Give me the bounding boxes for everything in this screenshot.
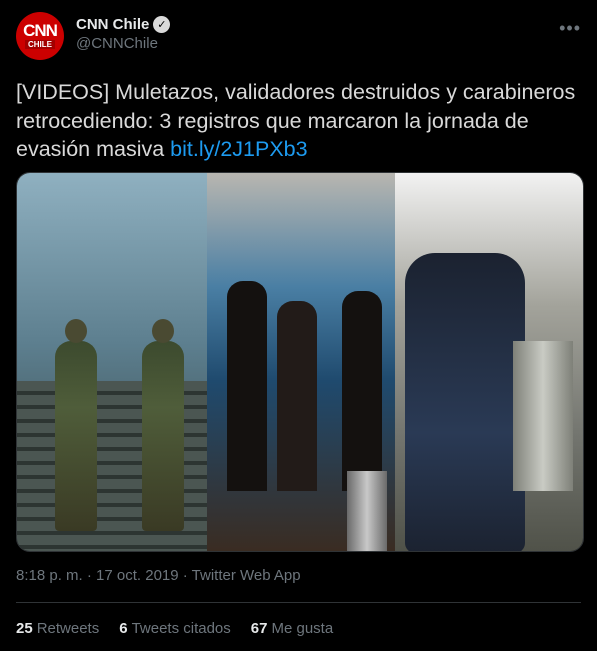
more-options-icon[interactable]: ••• (559, 18, 581, 39)
account-names: CNN Chile ✓ @CNNChile (76, 16, 171, 52)
quotes-stat[interactable]: 6 Tweets citados (119, 620, 231, 637)
tweet-text: [VIDEOS] Muletazos, validadores destruid… (16, 78, 581, 164)
display-name[interactable]: CNN Chile ✓ (76, 16, 171, 33)
crowd-figure (277, 301, 317, 491)
person-figure (405, 253, 525, 551)
avatar[interactable]: CNN CHILE (16, 12, 64, 60)
crowd-figure (227, 281, 267, 491)
retweets-label: Retweets (36, 620, 100, 637)
crowd-figure (342, 291, 382, 491)
tweet-media[interactable] (16, 172, 584, 552)
divider (16, 602, 581, 603)
media-panel-police[interactable] (17, 173, 207, 551)
chile-logo-text: CHILE (25, 40, 55, 49)
tweet-stats: 25 Retweets 6 Tweets citados 67 Me gusta (16, 620, 333, 637)
officer-figure (55, 319, 97, 531)
likes-count: 67 (250, 620, 268, 637)
tweet-timestamp[interactable]: 8:18 p. m. · 17 oct. 2019 · Twitter Web … (16, 567, 301, 584)
gate-image (513, 341, 573, 491)
retweets-stat[interactable]: 25 Retweets (16, 620, 99, 637)
account-handle[interactable]: @CNNChile (76, 35, 170, 52)
officer-figure (142, 319, 184, 531)
cnn-logo-text: CNN (23, 21, 58, 40)
likes-label: Me gusta (271, 620, 334, 637)
tweet-header: CNN CHILE CNN Chile ✓ @CNNChile ••• (16, 12, 581, 62)
quotes-count: 6 (119, 620, 128, 637)
verified-badge-icon: ✓ (153, 16, 171, 33)
turnstile-image (347, 471, 387, 551)
quotes-label: Tweets citados (131, 620, 231, 637)
tweet-link[interactable]: bit.ly/2J1PXb3 (170, 137, 307, 161)
display-name-text: CNN Chile (76, 16, 150, 33)
media-panel-turnstile[interactable] (395, 173, 583, 551)
media-panel-crowd[interactable] (207, 173, 395, 551)
retweets-count: 25 (16, 620, 33, 637)
likes-stat[interactable]: 67 Me gusta (251, 620, 333, 637)
